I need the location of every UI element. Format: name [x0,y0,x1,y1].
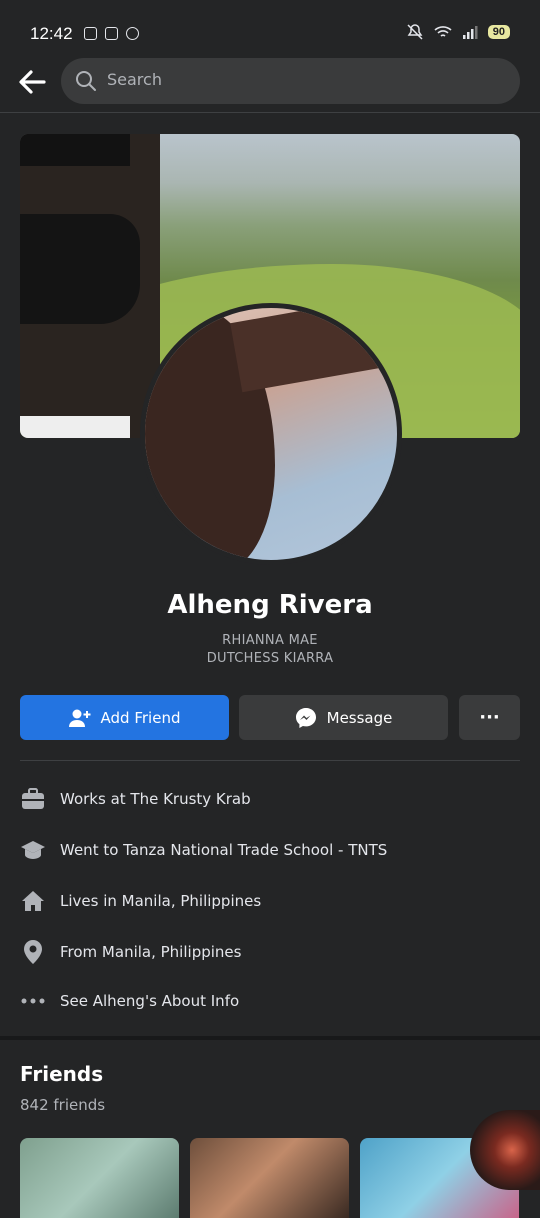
search-placeholder: Search [107,70,162,89]
status-bar: 12:42 90 [0,0,540,56]
info-from: From Manila, Philippines [20,937,241,967]
top-bar: Search [0,56,540,112]
notification-icons [84,27,139,40]
profile-alt-name-1: RHIANNA MAE [222,633,318,648]
battery-indicator: 90 [487,25,510,39]
friends-count: 842 friends [20,1096,106,1114]
signal-icon [462,26,478,39]
add-person-icon [68,709,91,727]
more-dots-icon [20,988,46,1014]
info-lives: Lives in Manila, Philippines [20,886,261,916]
system-icons: 90 [406,24,510,40]
profile-name: Alheng Rivera [167,590,373,620]
section-separator [0,1036,540,1040]
profile-picture[interactable] [140,303,402,565]
cover-cap [20,134,130,166]
friend-thumbnail[interactable] [20,1138,179,1218]
see-about-info-link[interactable]: See Alheng's About Info [20,986,239,1016]
mute-icon [407,24,423,40]
info-school: Went to Tanza National Trade School - TN… [20,835,387,865]
section-divider [20,760,520,761]
info-work-text: Works at The Krusty Krab [60,790,251,808]
info-from-text: From Manila, Philippines [60,943,242,961]
message-button[interactable]: Message [239,695,448,740]
instagram-icon [105,27,118,40]
profile-alt-name-2: DUTCHESS KIARRA [206,651,334,666]
back-arrow-icon[interactable] [14,64,50,100]
location-pin-icon [20,939,46,965]
see-about-info-text: See Alheng's About Info [60,992,240,1010]
graduation-cap-icon [20,837,46,863]
avatar-hair-top [230,308,397,393]
more-icon: ··· [479,707,500,728]
search-input[interactable]: Search [61,58,520,104]
more-options-button[interactable]: ··· [459,695,520,740]
info-school-text: Went to Tanza National Trade School - TN… [60,841,388,859]
facebook-icon [84,27,97,40]
top-divider [0,112,540,113]
status-time: 12:42 [30,24,73,43]
cover-mask [20,214,140,324]
message-label: Message [326,708,393,727]
briefcase-icon [20,786,46,812]
messenger-notif-icon [126,27,139,40]
info-lives-text: Lives in Manila, Philippines [60,892,262,910]
friend-thumbnail[interactable] [190,1138,349,1218]
info-work: Works at The Krusty Krab [20,784,251,814]
home-icon [20,888,46,914]
wifi-icon [434,26,452,37]
add-friend-button[interactable]: Add Friend [20,695,229,740]
messenger-icon [295,707,316,728]
friends-title[interactable]: Friends [20,1062,103,1086]
cover-shirt [20,416,130,438]
add-friend-label: Add Friend [100,708,181,727]
search-icon [76,71,96,91]
chat-head-bubble[interactable] [470,1110,540,1190]
